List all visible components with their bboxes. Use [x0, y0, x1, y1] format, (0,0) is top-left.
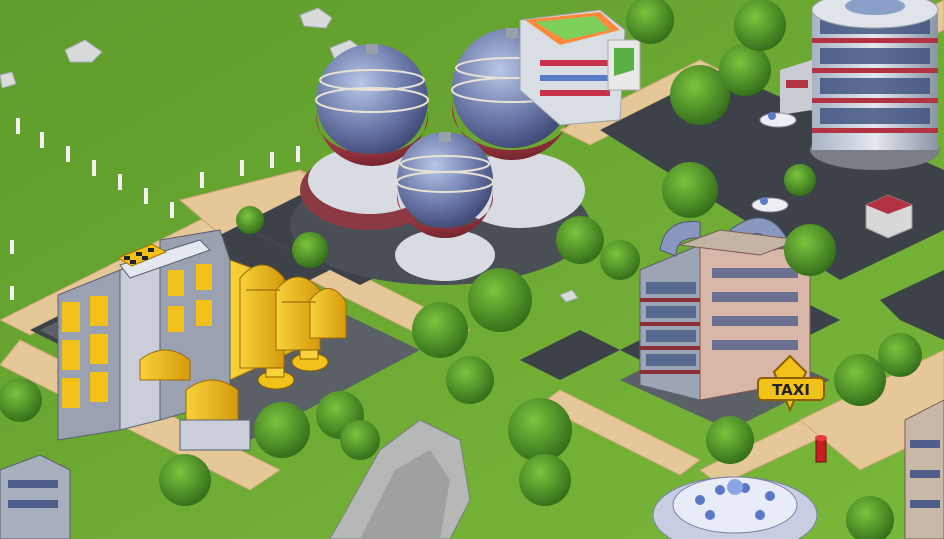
tree: [508, 398, 572, 462]
tree: [600, 240, 640, 280]
tree: [706, 416, 754, 464]
red-mailbox[interactable]: [815, 435, 827, 463]
tree: [784, 224, 836, 276]
tree: [734, 0, 786, 51]
taxi-sign-label: TAXI: [772, 381, 810, 399]
tree: [556, 216, 604, 264]
city-map[interactable]: TAXI: [0, 0, 944, 539]
tree: [446, 356, 494, 404]
tree: [519, 454, 571, 506]
tree: [662, 162, 718, 218]
tree: [292, 232, 328, 268]
game-viewport[interactable]: TAXI: [0, 0, 944, 539]
tree: [340, 420, 380, 460]
tree: [878, 333, 922, 377]
tree: [834, 354, 886, 406]
tree: [412, 302, 468, 358]
tree: [719, 44, 771, 96]
tree: [0, 378, 42, 422]
building-corner-bottom-left[interactable]: [0, 454, 71, 539]
tree: [254, 402, 310, 458]
building-right-edge[interactable]: [904, 399, 944, 539]
tree: [468, 268, 532, 332]
tree: [236, 206, 264, 234]
tree: [159, 454, 211, 506]
tree: [784, 164, 816, 196]
